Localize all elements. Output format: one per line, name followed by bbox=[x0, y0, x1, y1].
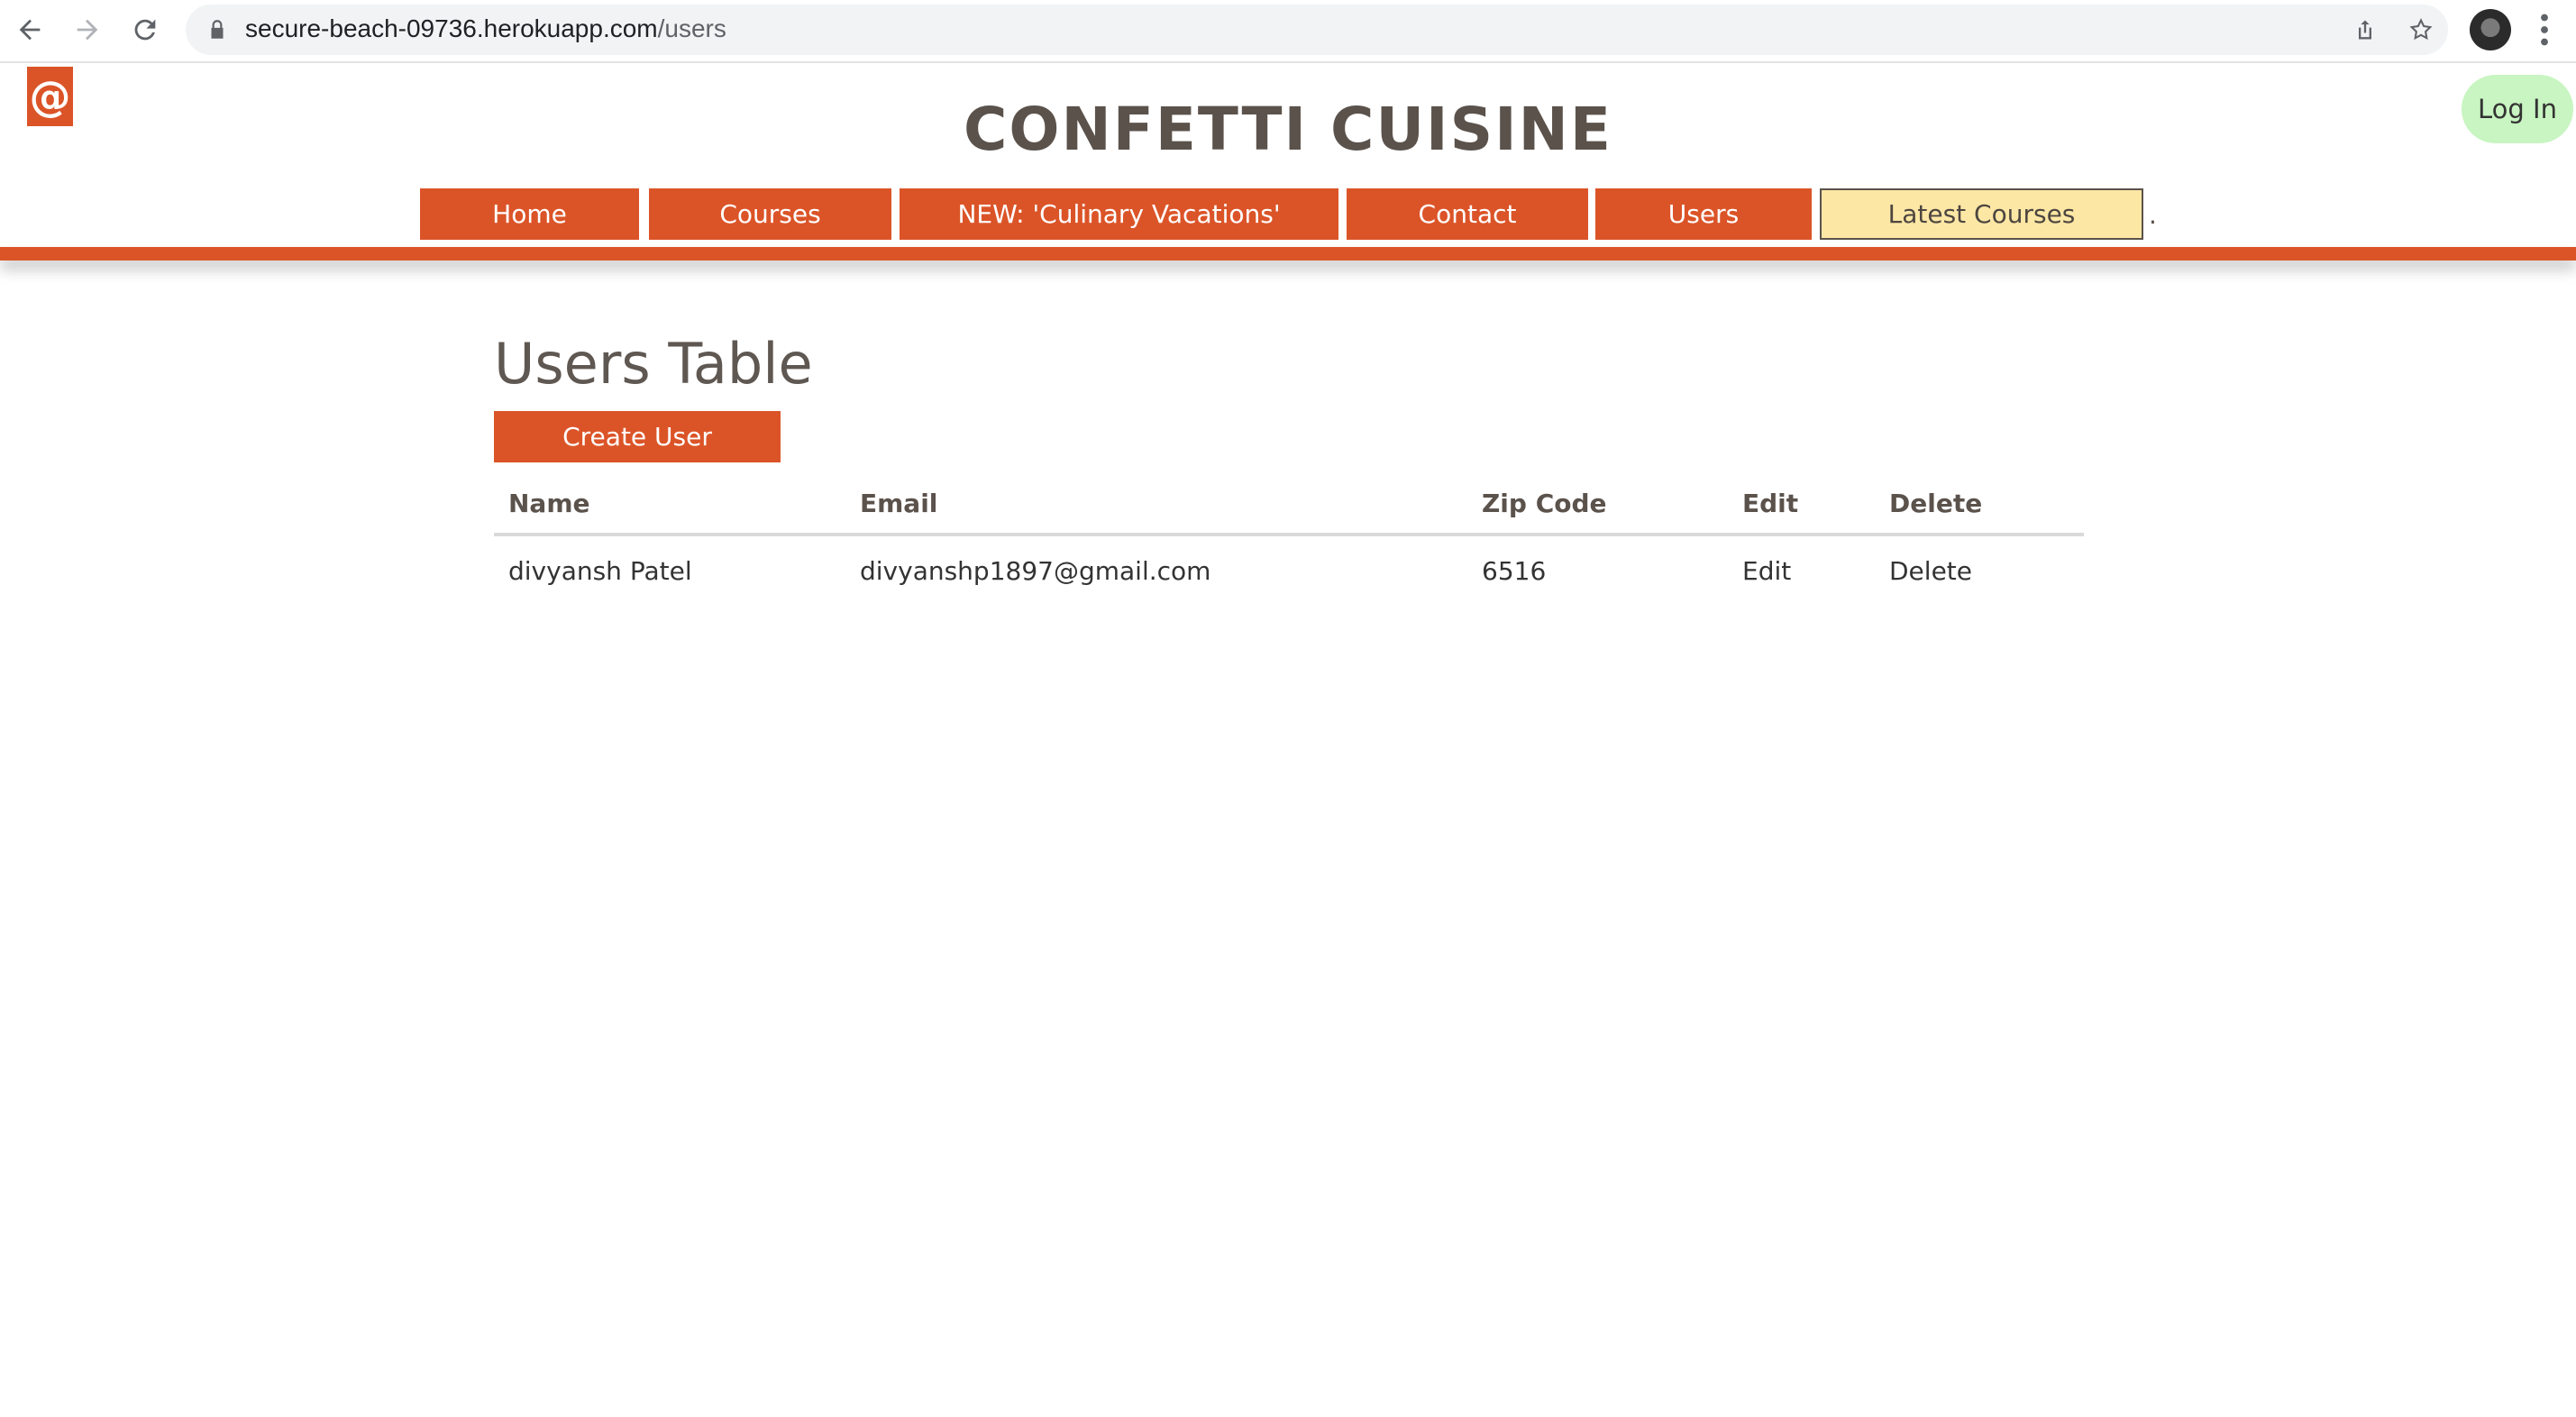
header-divider bbox=[0, 247, 2576, 261]
nav-courses[interactable]: Courses bbox=[649, 188, 891, 240]
table-header-row: Name Email Zip Code Edit Delete bbox=[494, 473, 2084, 536]
nav-home[interactable]: Home bbox=[420, 188, 639, 240]
create-user-button[interactable]: Create User bbox=[494, 411, 781, 462]
profile-avatar[interactable] bbox=[2470, 9, 2511, 50]
url-host: secure-beach-09736.herokuapp.com bbox=[245, 14, 658, 42]
lock-icon[interactable] bbox=[206, 18, 229, 41]
reload-icon[interactable] bbox=[124, 9, 166, 50]
user-zip-cell: 6516 bbox=[1482, 555, 1547, 586]
delete-user-link[interactable]: Delete bbox=[1889, 556, 1972, 586]
back-icon[interactable] bbox=[9, 9, 50, 50]
share-icon[interactable] bbox=[2352, 17, 2378, 42]
column-header-delete: Delete bbox=[1875, 473, 2084, 536]
browser-menu-icon[interactable] bbox=[2531, 11, 2558, 49]
address-bar[interactable]: secure-beach-09736.herokuapp.com/users bbox=[186, 5, 2448, 55]
login-button[interactable]: Log In bbox=[2462, 75, 2573, 143]
nav-users[interactable]: Users bbox=[1595, 188, 1812, 240]
user-email-cell: divyanshp1897@gmail.com bbox=[860, 555, 1211, 586]
column-header-zip-code: Zip Code bbox=[1467, 473, 1728, 536]
edit-user-link[interactable]: Edit bbox=[1742, 556, 1791, 586]
forward-icon[interactable] bbox=[67, 9, 108, 50]
browser-toolbar: secure-beach-09736.herokuapp.com/users bbox=[0, 0, 2576, 63]
url-path: /users bbox=[657, 14, 726, 42]
nav-culinary-vacations[interactable]: NEW: 'Culinary Vacations' bbox=[900, 188, 1338, 240]
users-table: Name Email Zip Code Edit Delete divyansh… bbox=[494, 473, 2084, 605]
table-row: divyansh Patel divyanshp1897@gmail.com 6… bbox=[494, 535, 2084, 605]
nav-latest-courses[interactable]: Latest Courses bbox=[1820, 188, 2143, 240]
column-header-email: Email bbox=[845, 473, 1467, 536]
bookmark-star-icon[interactable] bbox=[2408, 17, 2434, 42]
nav-trailing-dot: . bbox=[2149, 200, 2157, 230]
column-header-edit: Edit bbox=[1728, 473, 1875, 536]
page-title: Users Table bbox=[494, 331, 813, 397]
url-text[interactable]: secure-beach-09736.herokuapp.com/users bbox=[245, 14, 726, 43]
column-header-name: Name bbox=[494, 473, 845, 536]
nav-contact[interactable]: Contact bbox=[1347, 188, 1588, 240]
site-title: CONFETTI CUISINE bbox=[963, 95, 1613, 164]
user-name-cell: divyansh Patel bbox=[508, 555, 692, 586]
